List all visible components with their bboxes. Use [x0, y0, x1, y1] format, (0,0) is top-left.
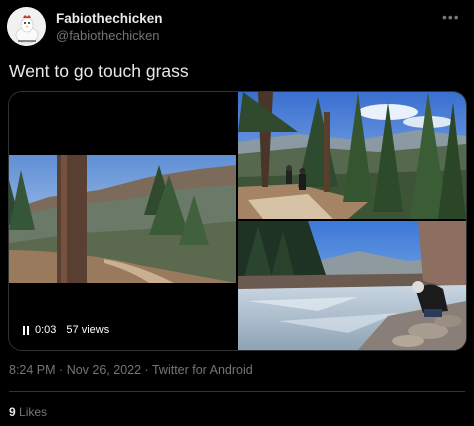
- divider: [9, 391, 465, 392]
- likes-label: Likes: [19, 405, 48, 419]
- avatar[interactable]: [7, 7, 46, 46]
- more-icon[interactable]: •••: [442, 9, 460, 25]
- likes-count[interactable]: 9 Likes: [9, 405, 47, 419]
- media-grid: 0:03 57 views: [8, 91, 467, 351]
- forest-trail-image: [238, 92, 466, 219]
- tweet-time[interactable]: 8:24 PM: [9, 363, 56, 377]
- photo-forest-trail[interactable]: [238, 92, 466, 219]
- video-status-bar: 0:03 57 views: [23, 324, 109, 336]
- chicken-avatar-image: [7, 7, 46, 46]
- tweet-date[interactable]: Nov 26, 2022: [67, 363, 141, 377]
- video-thumbnail: [9, 155, 236, 283]
- pause-icon[interactable]: [23, 325, 31, 335]
- video-player[interactable]: 0:03 57 views: [9, 92, 236, 350]
- meta-separator: ·: [59, 363, 64, 377]
- video-elapsed-time: 0:03: [35, 324, 57, 336]
- tweet-text: Went to go touch grass: [9, 61, 189, 81]
- photo-frozen-river[interactable]: [238, 221, 466, 350]
- meta-separator: ·: [144, 363, 149, 377]
- tweet-meta: 8:24 PM · Nov 26, 2022 · Twitter for And…: [9, 363, 253, 377]
- likes-number: 9: [9, 405, 16, 419]
- video-view-count: 57 views: [66, 324, 110, 336]
- frozen-river-image: [238, 221, 466, 350]
- tweet-source[interactable]: Twitter for Android: [152, 363, 253, 377]
- display-name[interactable]: Fabiothechicken: [56, 11, 163, 26]
- user-handle[interactable]: @fabiothechicken: [56, 28, 160, 43]
